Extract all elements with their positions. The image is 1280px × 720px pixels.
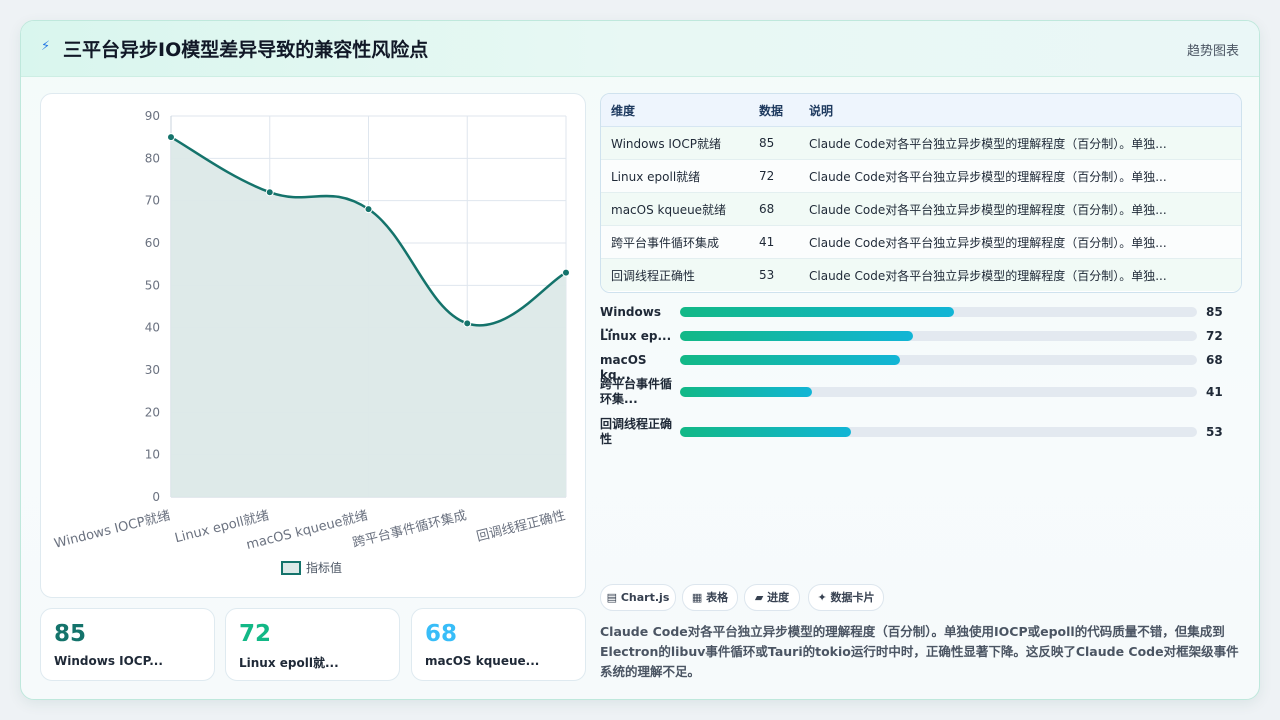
- stat-card-windows[interactable]: 85 Windows IOCP...: [40, 608, 215, 681]
- stat-label: Windows IOCP...: [54, 654, 163, 668]
- data-point: [562, 268, 570, 277]
- progress-value: 72: [1206, 329, 1223, 343]
- tag-data-cards[interactable]: ✦ 数据卡片: [808, 584, 884, 611]
- stat-card-macos[interactable]: 68 macOS kqueue...: [411, 608, 586, 681]
- y-tick-label: 50: [145, 278, 160, 292]
- cell-description: Claude Code对各平台独立异步模型的理解程度（百分制）。单独...: [799, 225, 1241, 259]
- line-chart: 0102030405060708090Windows IOCP就绪 Linux e…: [53, 109, 570, 575]
- progress-track: [680, 331, 1197, 341]
- legend-label: 指标值: [306, 560, 342, 575]
- dashboard-card: ⚡ 三平台异步IO模型差异导致的兼容性风险点 趋势图表 0 10 20 30 40 50 6…: [20, 20, 1260, 700]
- cell-value: 72: [749, 159, 799, 193]
- cell-value: 53: [749, 258, 799, 291]
- column-header-value[interactable]: 数据: [749, 94, 799, 127]
- cell-value: 41: [749, 225, 799, 259]
- progress-track: [680, 427, 1197, 437]
- y-tick-label: 80: [145, 151, 160, 165]
- progress-label: Linux ep...: [600, 329, 672, 343]
- data-point: [463, 319, 472, 328]
- column-header-description[interactable]: 说明: [799, 94, 1241, 127]
- table-row[interactable]: Windows IOCP就绪 85 Claude Code对各平台独立异步模型的…: [601, 126, 1241, 160]
- card-header: ⚡ 三平台异步IO模型差异导致的兼容性风险点 趋势图表: [21, 21, 1259, 77]
- y-tick-label: 10: [145, 448, 160, 462]
- table-row[interactable]: macOS kqueue就绪 68 Claude Code对各平台独立异步模型的…: [601, 192, 1241, 226]
- progress-fill: [680, 331, 913, 341]
- x-tick-label: 跨平台事件循环集成: [351, 507, 468, 551]
- page-title: 三平台异步IO模型差异导致的兼容性风险点: [63, 39, 429, 61]
- data-point: [265, 188, 274, 197]
- stat-value: 72: [239, 621, 272, 647]
- progress-track: [680, 387, 1197, 397]
- lightning-icon: ⚡: [41, 39, 51, 54]
- y-tick-label: 90: [145, 109, 160, 123]
- y-tick-label: 60: [145, 236, 160, 250]
- progress-value: 85: [1206, 305, 1223, 319]
- stat-card-linux[interactable]: 72 Linux epoll就...: [225, 608, 400, 681]
- progress-fill: [680, 387, 812, 397]
- stat-label: macOS kqueue...: [425, 654, 540, 668]
- progress-label: 跨平台事件循环集...: [600, 377, 673, 406]
- chart-description: Claude Code对各平台独立异步模型的理解程度（百分制）。单独使用IOCP…: [600, 624, 1239, 679]
- progress-value: 41: [1206, 385, 1223, 399]
- y-tick-label: 20: [145, 405, 160, 419]
- cell-description: Claude Code对各平台独立异步模型的理解程度（百分制）。单独...: [799, 159, 1241, 193]
- cell-description: Claude Code对各平台独立异步模型的理解程度（百分制）。单独...: [799, 126, 1241, 160]
- stat-label: Linux epoll就...: [239, 656, 339, 670]
- progress-icon: ▰: [754, 591, 768, 604]
- cell-dimension: macOS kqueue就绪: [601, 192, 749, 226]
- progress-value: 53: [1206, 425, 1223, 439]
- column-header-dimension[interactable]: 维度: [601, 94, 749, 127]
- tag-progress[interactable]: ▰ 进度: [744, 584, 800, 611]
- data-point: [167, 133, 175, 142]
- progress-fill: [680, 427, 851, 437]
- data-point: [364, 205, 373, 214]
- cell-description: Claude Code对各平台独立异步模型的理解程度（百分制）。单独...: [799, 192, 1241, 226]
- progress-track: [680, 307, 1197, 317]
- cell-dimension: Linux epoll就绪: [601, 159, 749, 193]
- cell-value: 85: [749, 126, 799, 160]
- legend-swatch: [281, 561, 301, 575]
- trend-chart-link[interactable]: 趋势图表: [1187, 40, 1239, 59]
- y-tick-label: 0: [152, 490, 160, 504]
- tag-table[interactable]: ▦ 表格: [682, 584, 738, 611]
- cell-value: 68: [749, 192, 799, 226]
- progress-label: 回调线程正确性: [600, 417, 673, 446]
- progress-value: 68: [1206, 353, 1223, 367]
- grid-icon: ▤: [606, 591, 621, 604]
- data-table: 维度 数据 说明 Windows IOCP就绪 85 Claude Code对各…: [600, 93, 1242, 293]
- table-row[interactable]: 回调线程正确性 53 Claude Code对各平台独立异步模型的理解程度（百分…: [601, 258, 1241, 291]
- progress-fill: [680, 307, 954, 317]
- table-row[interactable]: 跨平台事件循环集成 41 Claude Code对各平台独立异步模型的理解程度（…: [601, 225, 1241, 259]
- stat-value: 68: [425, 621, 458, 647]
- cell-dimension: 跨平台事件循环集成: [601, 225, 749, 259]
- table-icon: ▦: [691, 591, 707, 604]
- x-tick-label: Windows IOCP就绪: [53, 508, 172, 551]
- sparkle-icon: ✦: [817, 591, 831, 604]
- progress-track: [680, 355, 1197, 365]
- progress-fill: [680, 355, 900, 365]
- cell-dimension: Windows IOCP就绪: [601, 126, 749, 160]
- y-tick-label: 30: [145, 363, 160, 377]
- line-chart-panel: 0 10 20 30 40 50 60 70 80 90 Windows IOCP就绪 Linux e…: [40, 93, 586, 598]
- y-tick-label: 70: [145, 194, 160, 208]
- y-tick-label: 40: [145, 321, 160, 335]
- tag-chartjs[interactable]: ▤ Chart.js: [600, 584, 676, 611]
- cell-description: Claude Code对各平台独立异步模型的理解程度（百分制）。单独...: [799, 258, 1241, 291]
- cell-dimension: 回调线程正确性: [601, 258, 749, 291]
- x-tick-label: 回调线程正确性: [475, 508, 567, 545]
- table-row[interactable]: Linux epoll就绪 72 Claude Code对各平台独立异步模型的理…: [601, 159, 1241, 193]
- stat-value: 85: [54, 621, 87, 647]
